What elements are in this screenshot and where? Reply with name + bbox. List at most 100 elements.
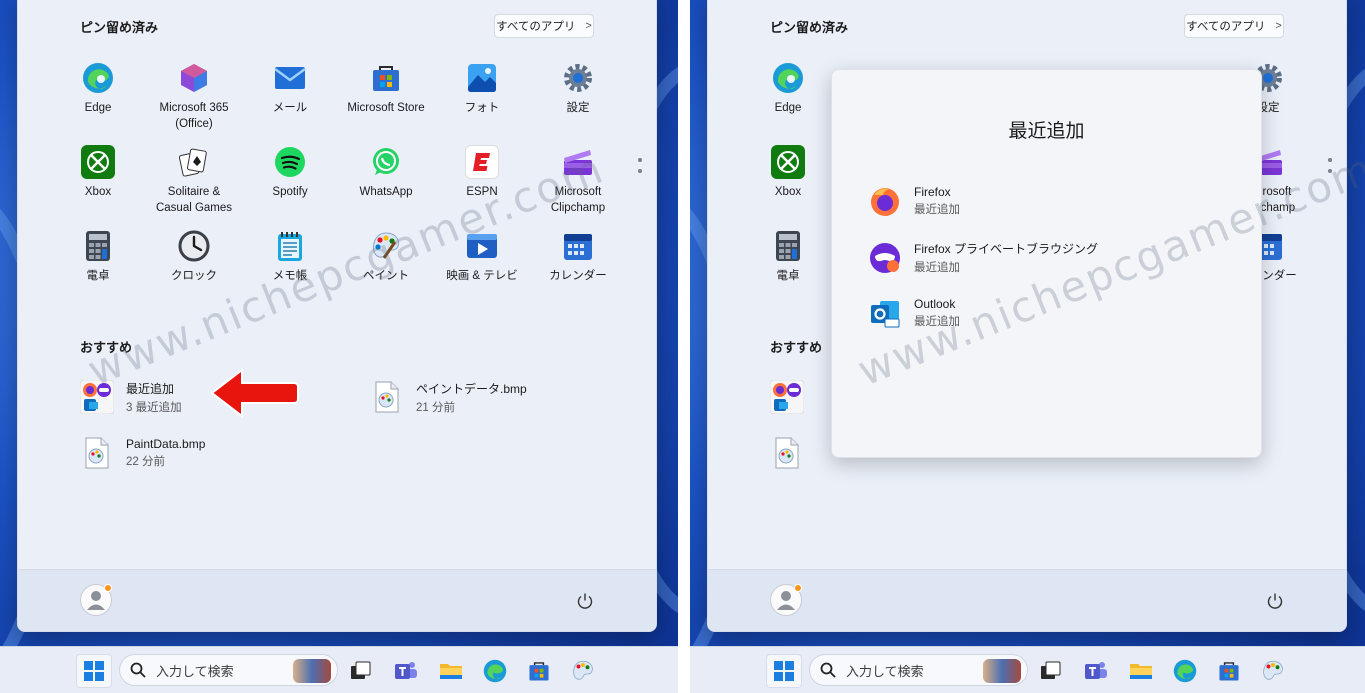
app-label: メモ帳	[272, 270, 308, 282]
search-highlight-image	[983, 659, 1021, 683]
popup-title: 最近追加	[1008, 121, 1085, 142]
popup-item-title: Outlook	[914, 297, 956, 311]
calculator-icon	[771, 229, 805, 263]
power-icon[interactable]	[1266, 592, 1284, 610]
teams-icon[interactable]	[388, 654, 424, 688]
start-menu: ピン留め済み すべてのアプリ > Edge 設定 Xbox Microsoft …	[707, 0, 1347, 632]
recommended-file-2[interactable]: PaintData.bmp 22 分前	[80, 435, 205, 471]
pinned-app-clock[interactable]: クロック	[146, 229, 242, 284]
windows-start-icon[interactable]	[76, 654, 112, 688]
file-explorer-icon[interactable]	[433, 654, 469, 688]
user-avatar[interactable]	[80, 584, 112, 616]
popup-item-subtitle: 最近追加	[914, 262, 960, 274]
pinned-app-edge[interactable]: Edge	[740, 61, 836, 116]
pinned-app-movies-tv[interactable]: 映画 & テレビ	[434, 229, 530, 284]
xbox-icon	[771, 145, 805, 179]
pinned-app-solitaire[interactable]: Solitaire & Casual Games	[146, 145, 242, 216]
pinned-app-edge[interactable]: Edge	[50, 61, 146, 116]
app-label: 電卓	[86, 270, 110, 282]
pinned-app-paint[interactable]: ペイント	[338, 229, 434, 284]
all-apps-button[interactable]: すべてのアプリ >	[494, 14, 594, 38]
app-label: Xbox	[84, 186, 112, 198]
pinned-section-title: ピン留め済み	[80, 20, 159, 35]
page-indicator[interactable]	[1328, 158, 1332, 180]
recommended-file-1[interactable]: ペイントデータ.bmp 21 分前	[370, 379, 527, 415]
recommended-file-2[interactable]	[770, 435, 804, 471]
pinned-app-mail[interactable]: メール	[242, 61, 338, 116]
search-placeholder: 入力して検索	[156, 663, 234, 679]
pinned-app-espn[interactable]: ESPN	[434, 145, 530, 200]
store-taskbar-icon[interactable]	[521, 654, 557, 688]
recommended-title: PaintData.bmp	[126, 437, 206, 451]
pinned-app-microsoft-365[interactable]: Microsoft 365 (Office)	[146, 61, 242, 132]
clock-icon	[177, 229, 211, 263]
popup-item-title: Firefox プライベートブラウジング	[914, 242, 1099, 256]
pinned-app-clipchamp[interactable]: Microsoft Clipchamp	[530, 145, 626, 216]
recommended-subtitle: 3 最近追加	[126, 401, 182, 414]
pinned-app-whatsapp[interactable]: WhatsApp	[338, 145, 434, 200]
task-view-icon[interactable]	[343, 654, 379, 688]
pinned-app-settings[interactable]: 設定	[530, 61, 626, 116]
paint-taskbar-icon[interactable]	[1255, 654, 1291, 688]
search-placeholder: 入力して検索	[846, 663, 924, 679]
pinned-app-xbox[interactable]: Xbox	[740, 145, 836, 200]
pinned-app-calendar[interactable]: カレンダー	[530, 229, 626, 284]
edge-icon	[81, 61, 115, 95]
calculator-icon	[81, 229, 115, 263]
bmp-file-icon	[80, 435, 114, 471]
outlook-icon	[868, 296, 902, 330]
taskbar-search[interactable]: 入力して検索	[809, 654, 1028, 686]
chevron-right-icon: >	[1275, 20, 1282, 32]
edge-taskbar-icon[interactable]	[477, 654, 513, 688]
recently-added-icon	[770, 379, 804, 415]
clipchamp-icon	[561, 145, 595, 179]
xbox-icon	[81, 145, 115, 179]
solitaire-icon	[177, 145, 211, 179]
store-icon	[369, 61, 403, 95]
paint-taskbar-icon[interactable]	[565, 654, 601, 688]
pinned-app-photos[interactable]: フォト	[434, 61, 530, 116]
popup-item-firefox[interactable]: Firefox 最近追加	[868, 184, 960, 218]
pinned-app-calculator[interactable]: 電卓	[740, 229, 836, 284]
popup-item-outlook[interactable]: Outlook 最近追加	[868, 296, 960, 330]
notepad-icon	[273, 229, 307, 263]
app-label: Edge	[774, 102, 802, 114]
microsoft-365-icon	[177, 61, 211, 95]
all-apps-button[interactable]: すべてのアプリ >	[1184, 14, 1284, 38]
app-label: Edge	[84, 102, 112, 114]
pinned-app-xbox[interactable]: Xbox	[50, 145, 146, 200]
pinned-app-store[interactable]: Microsoft Store	[338, 61, 434, 116]
recently-added-icon	[80, 379, 114, 415]
file-explorer-icon[interactable]	[1123, 654, 1159, 688]
movies-tv-icon	[465, 229, 499, 263]
recommended-subtitle: 21 分前	[416, 401, 455, 414]
windows-start-icon[interactable]	[766, 654, 802, 688]
teams-icon[interactable]	[1078, 654, 1114, 688]
app-label: WhatsApp	[359, 186, 413, 198]
popup-item-firefox-private[interactable]: Firefox プライベートブラウジング 最近追加	[868, 240, 1098, 275]
store-taskbar-icon[interactable]	[1211, 654, 1247, 688]
page-indicator[interactable]	[638, 158, 642, 180]
pinned-app-spotify[interactable]: Spotify	[242, 145, 338, 200]
power-icon[interactable]	[576, 592, 594, 610]
app-label: メール	[272, 102, 308, 114]
mail-icon	[273, 61, 307, 95]
pinned-app-notepad[interactable]: メモ帳	[242, 229, 338, 284]
notification-dot	[794, 584, 802, 592]
right-screenshot: ピン留め済み すべてのアプリ > Edge 設定 Xbox Microsoft …	[690, 0, 1365, 693]
taskbar-search[interactable]: 入力して検索	[119, 654, 338, 686]
user-avatar[interactable]	[770, 584, 802, 616]
recommended-recently-added[interactable]: 最近追加 3 最近追加	[80, 379, 182, 415]
start-menu: ピン留め済み すべてのアプリ > Edge Microsoft 365 (Off…	[17, 0, 657, 632]
app-label: Solitaire & Casual Games	[155, 186, 233, 214]
app-label: Microsoft Store	[347, 102, 425, 114]
spotify-icon	[273, 145, 307, 179]
pinned-app-calculator[interactable]: 電卓	[50, 229, 146, 284]
search-icon	[130, 662, 146, 678]
app-label: Microsoft 365 (Office)	[159, 102, 229, 130]
app-label: Spotify	[272, 186, 308, 198]
recommended-recently-added[interactable]	[770, 379, 804, 415]
chevron-right-icon: >	[585, 20, 592, 32]
edge-taskbar-icon[interactable]	[1167, 654, 1203, 688]
task-view-icon[interactable]	[1033, 654, 1069, 688]
